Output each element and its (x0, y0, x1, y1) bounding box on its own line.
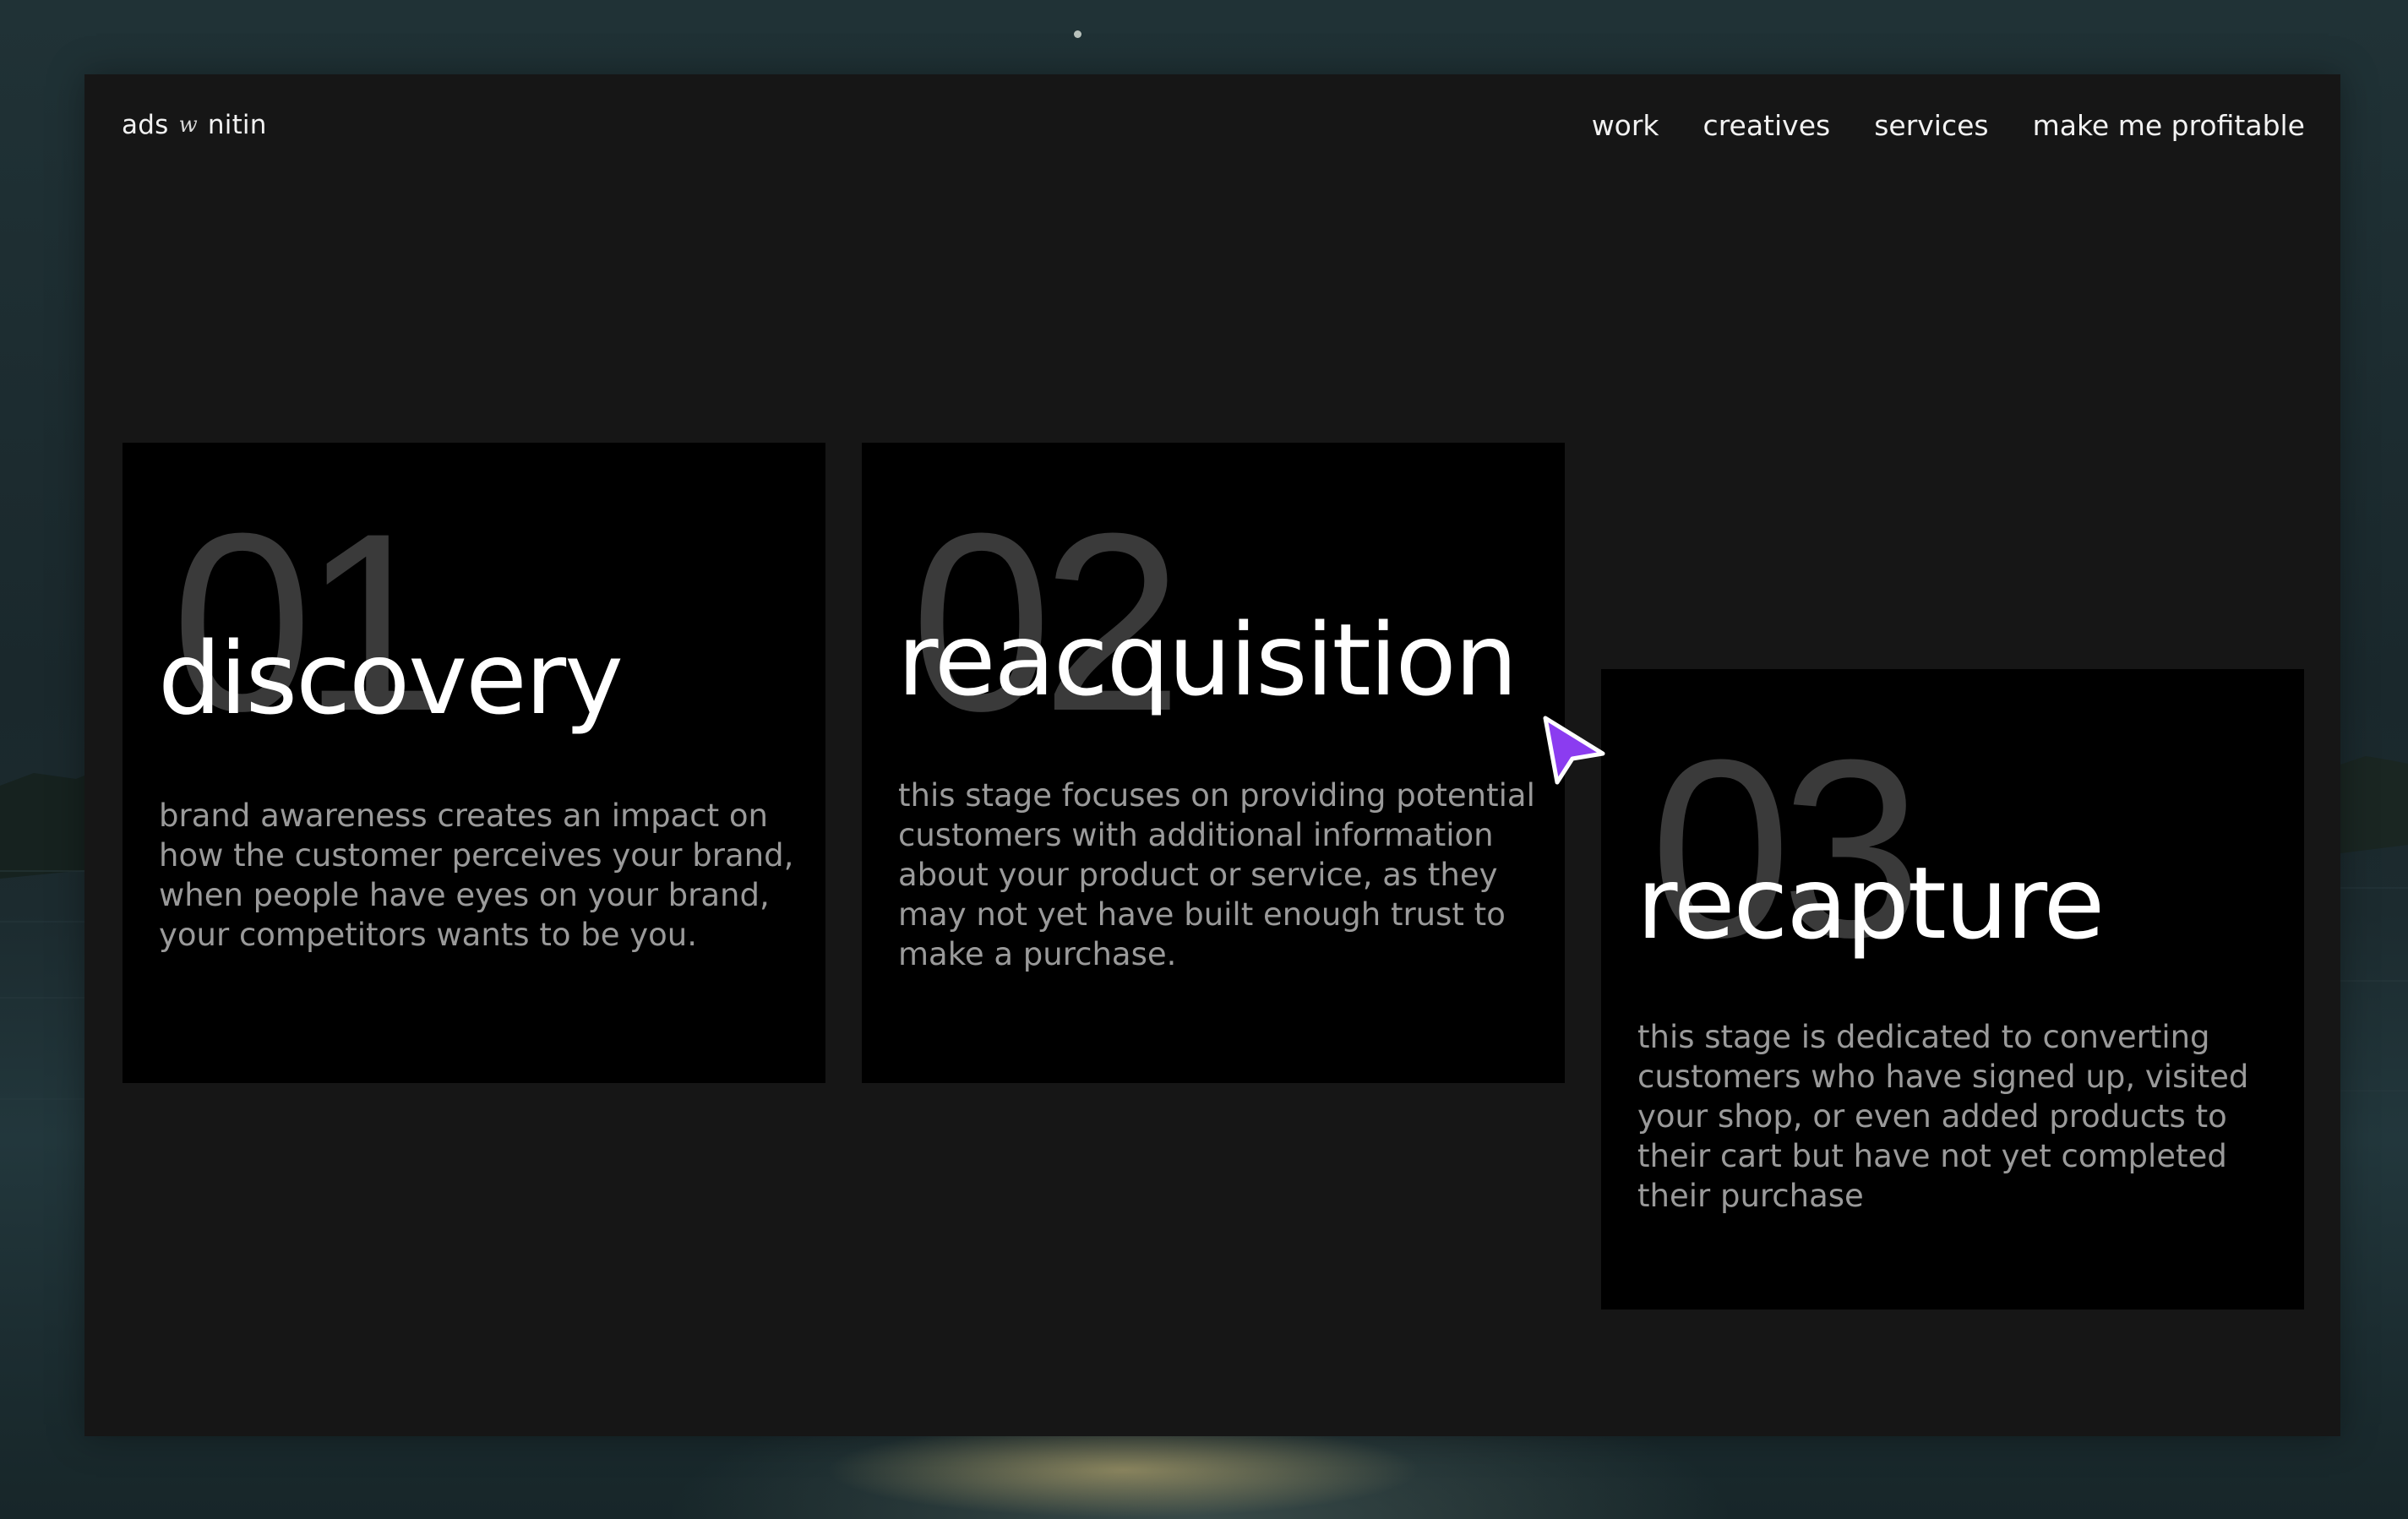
stage-card-reacquisition: 02 reacquisition this stage focuses on p… (862, 443, 1565, 1083)
stage-description: this stage is dedicated to converting cu… (1637, 1019, 2249, 1214)
stage-description: brand awareness creates an impact on how… (159, 798, 794, 953)
star-dot (1074, 30, 1081, 38)
stage-description: this stage focuses on providing potentia… (898, 777, 1535, 972)
brand-name-right: nitin (207, 110, 267, 140)
nav-item-services[interactable]: services (1874, 109, 1988, 142)
stage-title: recapture (1637, 845, 2105, 961)
stage-card-discovery: 01 discovery brand awareness creates an … (123, 443, 825, 1083)
brand-logo[interactable]: ads w nitin (122, 100, 267, 150)
stage-title: discovery (158, 620, 624, 737)
nav-item-work[interactable]: work (1592, 109, 1659, 142)
stage-card-recapture: 03 recapture this stage is dedicated to … (1601, 669, 2304, 1309)
stage-title: reacquisition (897, 602, 1517, 718)
nav-item-creatives[interactable]: creatives (1703, 109, 1831, 142)
pointer-arrow-icon (1543, 716, 1605, 785)
browser-window: ads w nitin work creatives services make… (84, 74, 2340, 1436)
brand-name-left: ads (122, 110, 169, 140)
nav-item-make-me-profitable[interactable]: make me profitable (2033, 109, 2305, 142)
brand-name-mid: w (178, 112, 198, 138)
top-nav: work creatives services make me profitab… (1592, 100, 2305, 150)
